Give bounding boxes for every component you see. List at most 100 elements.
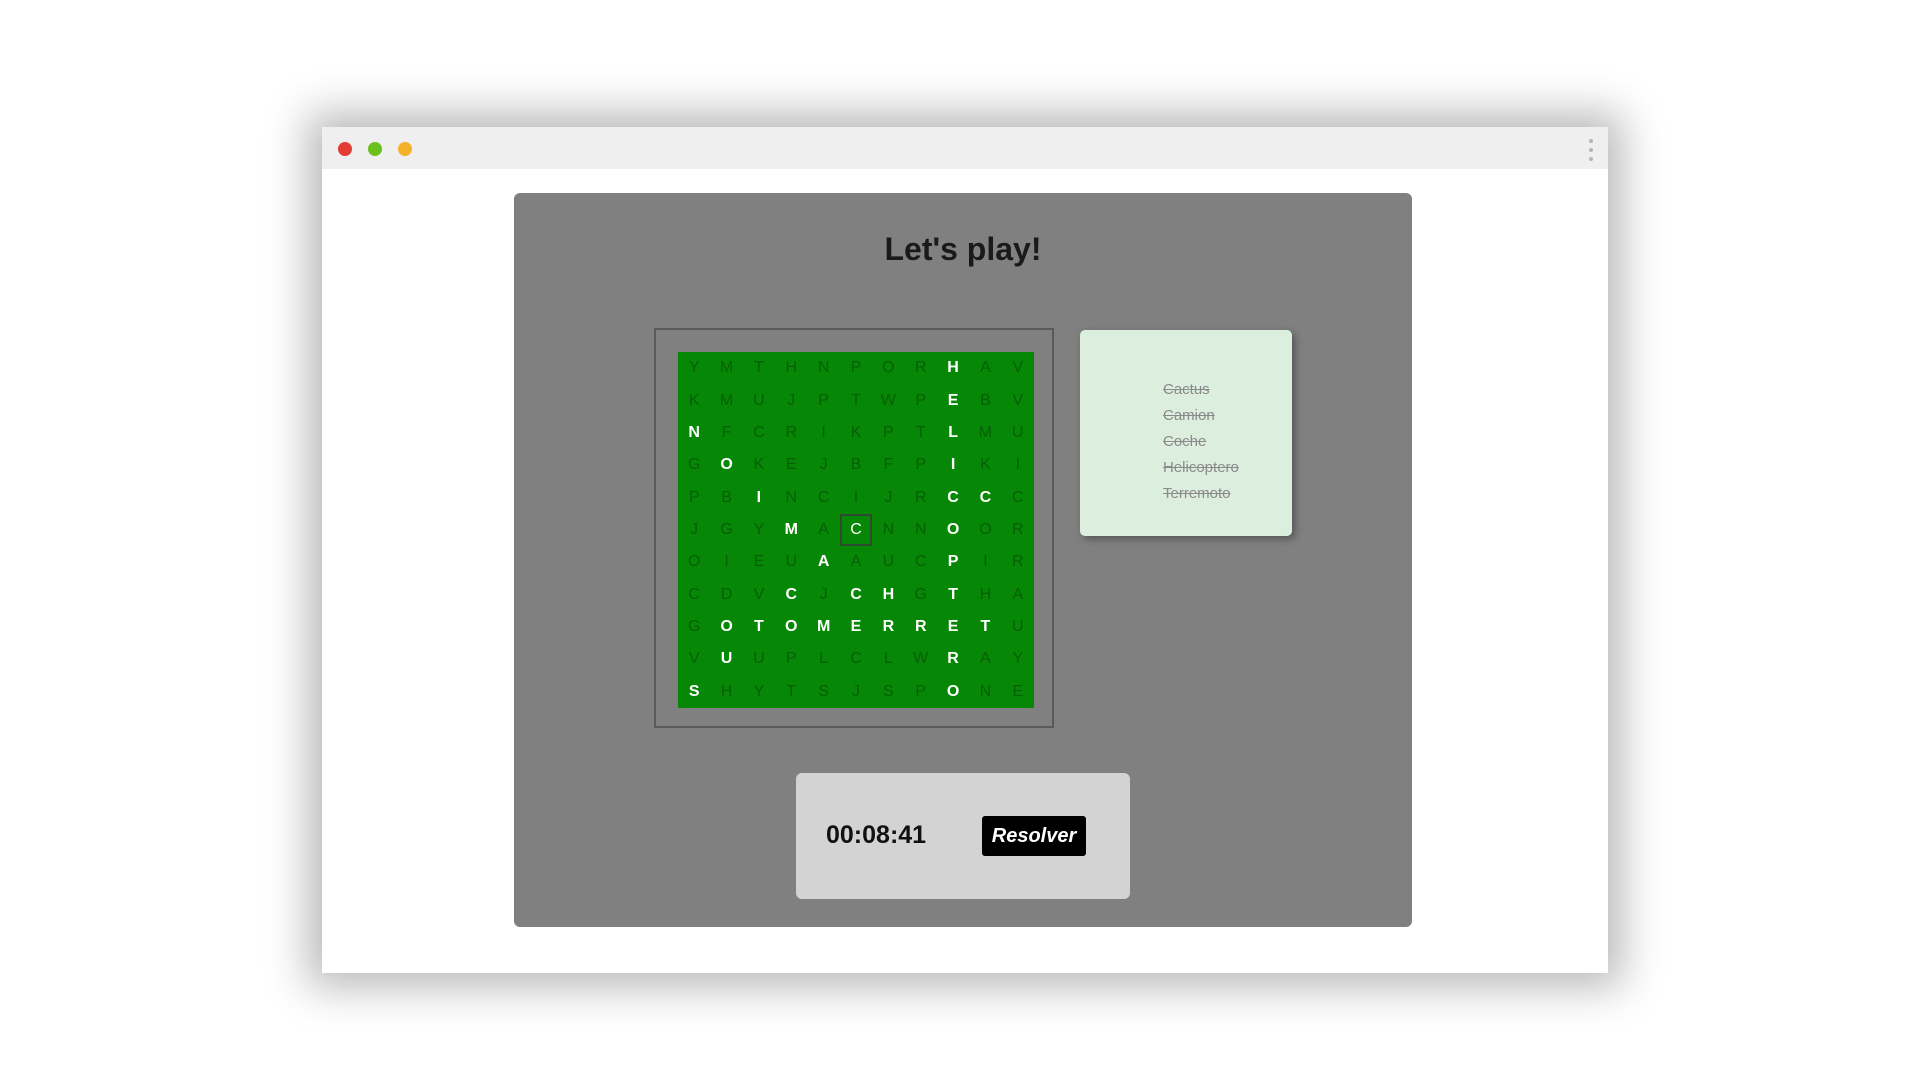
letter-grid[interactable]: YMTHNPORHAVKMUJPTWPEBVNFCRIKPTLMUGOKEJBF… [678, 352, 1034, 708]
grid-cell[interactable]: R [905, 352, 937, 384]
close-window-icon[interactable] [338, 142, 352, 156]
grid-cell[interactable]: T [775, 676, 807, 708]
grid-cell[interactable]: U [1002, 417, 1034, 449]
grid-cell[interactable]: E [937, 384, 969, 416]
grid-cell[interactable]: E [775, 449, 807, 481]
grid-cell[interactable]: R [905, 611, 937, 643]
grid-cell[interactable]: I [1002, 449, 1034, 481]
grid-cell[interactable]: C [678, 579, 710, 611]
grid-cell[interactable]: B [840, 449, 872, 481]
grid-cell[interactable]: W [872, 384, 904, 416]
grid-cell[interactable]: I [840, 481, 872, 513]
grid-cell[interactable]: I [710, 546, 742, 578]
grid-cell[interactable]: E [937, 611, 969, 643]
grid-cell[interactable]: P [840, 352, 872, 384]
grid-cell[interactable]: V [1002, 384, 1034, 416]
grid-cell[interactable]: R [1002, 514, 1034, 546]
grid-cell[interactable]: O [678, 546, 710, 578]
grid-cell[interactable]: R [937, 643, 969, 675]
minimize-window-icon[interactable] [368, 142, 382, 156]
grid-cell[interactable]: O [872, 352, 904, 384]
grid-cell[interactable]: C [905, 546, 937, 578]
grid-cell[interactable]: C [969, 481, 1001, 513]
resolve-button[interactable]: Resolver [982, 816, 1086, 856]
grid-cell[interactable]: H [775, 352, 807, 384]
grid-cell[interactable]: C [775, 579, 807, 611]
grid-cell[interactable]: N [872, 514, 904, 546]
grid-cell[interactable]: O [937, 514, 969, 546]
grid-cell[interactable]: G [678, 449, 710, 481]
grid-cell[interactable]: I [937, 449, 969, 481]
grid-cell[interactable]: K [678, 384, 710, 416]
grid-cell[interactable]: R [905, 481, 937, 513]
kebab-menu-icon[interactable] [1588, 139, 1594, 161]
grid-cell[interactable]: H [937, 352, 969, 384]
grid-cell[interactable]: L [937, 417, 969, 449]
grid-cell[interactable]: K [969, 449, 1001, 481]
grid-cell[interactable]: P [905, 676, 937, 708]
grid-cell[interactable]: C [937, 481, 969, 513]
grid-cell[interactable]: J [678, 514, 710, 546]
grid-cell[interactable]: Y [678, 352, 710, 384]
grid-cell[interactable]: P [905, 384, 937, 416]
grid-cell[interactable]: A [807, 514, 839, 546]
grid-cell[interactable]: H [872, 579, 904, 611]
grid-cell[interactable]: C [840, 643, 872, 675]
grid-cell[interactable]: P [678, 481, 710, 513]
grid-cell[interactable]: A [840, 546, 872, 578]
grid-cell[interactable]: O [710, 449, 742, 481]
grid-cell[interactable]: J [840, 676, 872, 708]
grid-cell[interactable]: K [840, 417, 872, 449]
grid-cell[interactable]: V [1002, 352, 1034, 384]
grid-cell[interactable]: E [1002, 676, 1034, 708]
grid-cell[interactable]: D [710, 579, 742, 611]
grid-cell[interactable]: W [905, 643, 937, 675]
grid-cell[interactable]: H [710, 676, 742, 708]
grid-cell[interactable]: N [775, 481, 807, 513]
grid-cell[interactable]: A [1002, 579, 1034, 611]
grid-cell[interactable]: Y [1002, 643, 1034, 675]
grid-cell[interactable]: J [807, 579, 839, 611]
grid-cell[interactable]: A [807, 546, 839, 578]
grid-cell[interactable]: T [743, 352, 775, 384]
grid-cell[interactable]: M [710, 352, 742, 384]
grid-cell[interactable]: F [710, 417, 742, 449]
grid-cell[interactable]: G [678, 611, 710, 643]
grid-cell[interactable]: J [807, 449, 839, 481]
grid-cell[interactable]: U [872, 546, 904, 578]
grid-cell[interactable]: A [969, 643, 1001, 675]
grid-cell[interactable]: K [743, 449, 775, 481]
grid-cell[interactable]: P [872, 417, 904, 449]
grid-cell[interactable]: T [743, 611, 775, 643]
grid-cell[interactable]: C [839, 513, 873, 547]
grid-cell[interactable]: C [807, 481, 839, 513]
maximize-window-icon[interactable] [398, 142, 412, 156]
grid-cell[interactable]: E [840, 611, 872, 643]
grid-cell[interactable]: I [807, 417, 839, 449]
grid-cell[interactable]: M [710, 384, 742, 416]
grid-cell[interactable]: Y [743, 676, 775, 708]
grid-cell[interactable]: N [969, 676, 1001, 708]
grid-cell[interactable]: L [807, 643, 839, 675]
grid-cell[interactable]: L [872, 643, 904, 675]
grid-cell[interactable]: O [969, 514, 1001, 546]
grid-cell[interactable]: M [807, 611, 839, 643]
grid-cell[interactable]: J [775, 384, 807, 416]
grid-cell[interactable]: R [872, 611, 904, 643]
grid-cell[interactable]: P [937, 546, 969, 578]
grid-cell[interactable]: T [840, 384, 872, 416]
grid-cell[interactable]: I [743, 481, 775, 513]
grid-cell[interactable]: I [969, 546, 1001, 578]
grid-cell[interactable]: N [905, 514, 937, 546]
grid-cell[interactable]: J [872, 481, 904, 513]
grid-cell[interactable]: O [775, 611, 807, 643]
grid-cell[interactable]: U [1002, 611, 1034, 643]
grid-cell[interactable]: V [743, 579, 775, 611]
grid-cell[interactable]: O [710, 611, 742, 643]
grid-cell[interactable]: T [969, 611, 1001, 643]
grid-cell[interactable]: U [743, 384, 775, 416]
grid-cell[interactable]: U [775, 546, 807, 578]
grid-cell[interactable]: E [743, 546, 775, 578]
grid-cell[interactable]: A [969, 352, 1001, 384]
grid-cell[interactable]: C [840, 579, 872, 611]
